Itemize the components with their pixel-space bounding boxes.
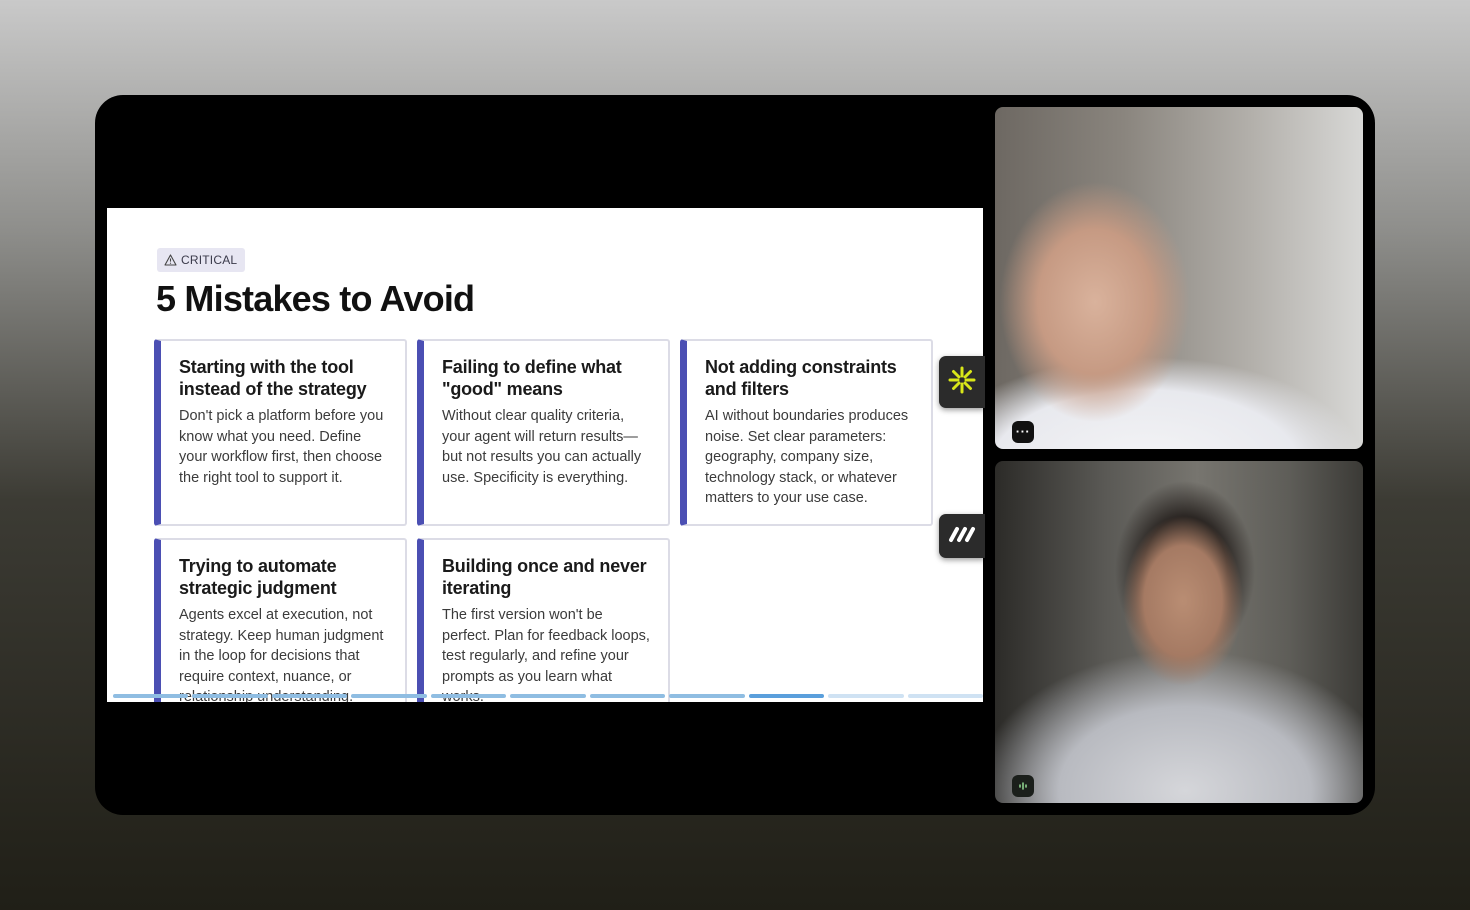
slide-progress-bar [113,694,983,699]
progress-segment [192,694,268,698]
critical-tag: CRITICAL [157,248,246,272]
progress-segment [430,694,507,698]
card-title: Starting with the tool instead of the st… [179,357,367,399]
participant-video-tile[interactable]: ··· [995,107,1363,449]
m-logo-icon [948,525,976,548]
card-body: The first version won't be perfect. Plan… [442,607,650,702]
slide-title: 5 Mistakes to Avoid [156,278,475,319]
mistake-card: Not adding constraints and filters AI wi… [680,339,933,526]
mistake-card: Trying to automate strategic judgment Ag… [154,538,407,702]
audio-level-icon [1012,775,1034,797]
meeting-window: CRITICAL 5 Mistakes to Avoid Starting wi… [95,95,1375,815]
warning-icon [164,254,177,266]
participant-video-tile[interactable] [995,461,1363,803]
mistake-card: Building once and never iterating The fi… [417,538,670,702]
progress-segment [113,694,189,698]
progress-segment [271,694,348,698]
card-title: Not adding constraints and filters [705,357,897,399]
progress-segment [589,694,666,698]
card-title: Failing to define what "good" means [442,357,622,399]
mistake-card: Starting with the tool instead of the st… [154,339,407,526]
asterisk-logo-icon [947,365,977,400]
card-title: Trying to automate strategic judgment [179,556,337,598]
tag-label: CRITICAL [181,253,238,267]
progress-segment [669,694,745,698]
progress-segment [828,694,904,698]
card-title: Building once and never iterating [442,556,647,598]
card-body: Without clear quality criteria, your age… [442,408,642,486]
shared-slide: CRITICAL 5 Mistakes to Avoid Starting wi… [107,208,983,702]
card-body: AI without boundaries produces noise. Se… [705,408,909,506]
card-body: Agents excel at execution, not strategy.… [179,607,384,702]
progress-segment [510,694,586,698]
more-options-icon[interactable]: ··· [1012,421,1034,443]
mistake-card: Failing to define what "good" means With… [417,339,670,526]
asterisk-app-button[interactable] [939,356,985,408]
m-app-button[interactable] [939,514,985,558]
progress-segment-current [748,694,825,698]
progress-segment [351,694,427,698]
progress-segment [907,694,983,698]
card-body: Don't pick a platform before you know wh… [179,408,384,486]
